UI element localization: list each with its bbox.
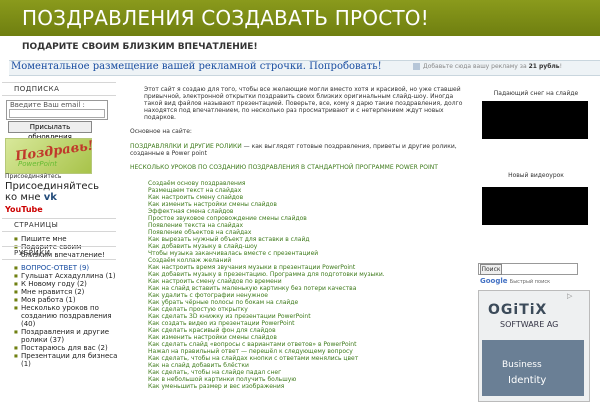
lesson-link[interactable]: Появление текста на слайдах xyxy=(148,222,468,229)
intro-text: Этот сайт я создаю для того, чтобы все ж… xyxy=(144,86,463,121)
lesson-link[interactable]: Как сделать красивый фон для слайдов xyxy=(148,327,468,334)
ad-line-2: Identity xyxy=(508,375,547,386)
rubric-link[interactable]: Моя работа (1) xyxy=(14,296,118,304)
join-caption: Присоединяйтесь xyxy=(5,173,62,180)
lesson-link[interactable]: Появление объектов на слайдах xyxy=(148,229,468,236)
subscribe-button[interactable]: Присылать обновления xyxy=(8,121,92,141)
video-player-snow[interactable] xyxy=(482,101,588,139)
lessons-list: Создаём основу поздравления Размещаем те… xyxy=(148,180,468,390)
rubric-link[interactable]: Мне нравится (2) xyxy=(14,288,118,296)
email-label: Введите Ваш email : xyxy=(10,101,85,109)
pages-heading: СТРАНИЦЫ xyxy=(14,221,59,229)
lesson-link[interactable]: Как сделать 3D книжку из презентации Pow… xyxy=(148,313,468,320)
ad-line-1: Business xyxy=(502,360,542,370)
lesson-link[interactable]: Размещаем текст на слайдах xyxy=(148,187,468,194)
lesson-link[interactable]: Как изменить настройки смены слайдов xyxy=(148,334,468,341)
join-line-1: Присоединяйтесь xyxy=(5,181,99,192)
lesson-link[interactable]: Как настроить смену слайдов xyxy=(148,194,468,201)
lesson-link[interactable]: Как настроить время звучания музыки в пр… xyxy=(148,264,468,271)
rubric-link[interactable]: Постараюсь для вас (2) xyxy=(14,344,118,352)
search-button[interactable]: Поиск xyxy=(480,264,502,275)
ad-offer-suffix: ! xyxy=(559,63,562,70)
rubric-link[interactable]: Поздравления и другие ролики (37) xyxy=(14,328,118,344)
google-search-label: Google Быстрый поиск xyxy=(480,277,550,285)
rubric-link[interactable]: ВОПРОС-ОТВЕТ (9) xyxy=(14,264,118,272)
lesson-link[interactable]: Как изменить настройки смены слайдов xyxy=(148,201,468,208)
page-link[interactable]: Пишите мне xyxy=(14,235,114,243)
lesson-link[interactable]: Как убрать чёрные полосы по бокам на сла… xyxy=(148,299,468,306)
google-logo: Google xyxy=(480,277,508,285)
ad-offer-text: Добавьте сюда вашу рекламу за xyxy=(423,63,527,70)
email-field[interactable] xyxy=(9,109,105,118)
lesson-link[interactable]: Как вырезать нужный объект для вставки в… xyxy=(148,236,468,243)
lesson-link[interactable]: Как на слайд вставить маленькую картинку… xyxy=(148,285,468,292)
lesson-link[interactable]: Как сделать слайд «вопросы с вариантами … xyxy=(148,341,468,348)
rubric-link[interactable]: Гульшат Асхадуллина (1) xyxy=(14,272,118,280)
lesson-link[interactable]: Как настроить смену слайдов по времени xyxy=(148,278,468,285)
vk-link[interactable]: vk xyxy=(44,192,57,203)
videos-link[interactable]: ПОЗДРАВЛЯЛКИ И ДРУГИЕ РОЛИКИ xyxy=(130,143,242,150)
main-label: Основное на сайте: xyxy=(130,128,192,135)
ad-brand-sub: SOFTWARE AG xyxy=(500,320,559,329)
lesson-link[interactable]: Как добавить музыку в презентацию. Прогр… xyxy=(148,271,468,278)
site-title[interactable]: ПОЗДРАВЛЕНИЯ СОЗДАВАТЬ ПРОСТО! xyxy=(22,6,429,30)
lesson-link[interactable]: Как сделать, чтобы на слайдах кнопки с о… xyxy=(148,355,468,362)
video-title-new: Новый видеоурок xyxy=(508,172,564,179)
lesson-link[interactable]: Как создать видео из презентации PowerPo… xyxy=(148,320,468,327)
ad-brand: OGiTiX xyxy=(488,302,548,318)
section-divider xyxy=(2,259,116,260)
video-title-snow: Падающий снег на слайде xyxy=(493,90,579,97)
rubric-link[interactable]: К Новому году (2) xyxy=(14,280,118,288)
youtube-link[interactable]: YouTube xyxy=(5,205,43,214)
lesson-link[interactable]: Как добавить музыку в слайд-шоу xyxy=(148,243,468,250)
lessons-link[interactable]: НЕСКОЛЬКО УРОКОВ ПО СОЗДАНИЮ ПОЗДРАВЛЕНИ… xyxy=(130,164,462,171)
subscribe-heading: ПОДПИСКА xyxy=(14,85,60,93)
lesson-link[interactable]: Как в небольшой картинки получить большу… xyxy=(148,376,468,383)
google-suffix: Быстрый поиск xyxy=(509,279,551,285)
lesson-link[interactable]: Как на слайд добавить блёстки xyxy=(148,362,468,369)
section-divider xyxy=(2,95,116,96)
videos-section: ПОЗДРАВЛЯЛКИ И ДРУГИЕ РОЛИКИ — как выгля… xyxy=(130,143,462,157)
rubrics-heading: РУБРИКИ xyxy=(14,249,51,257)
lesson-link[interactable]: Чтобы музыка заканчивалась вместе с през… xyxy=(148,250,468,257)
lesson-link[interactable]: Простое звуковое сопровождение смены сла… xyxy=(148,215,468,222)
video-player-new[interactable] xyxy=(482,187,588,225)
lesson-link[interactable]: Как сделать простую открытку xyxy=(148,306,468,313)
lesson-link[interactable]: Нажал на правильный ответ — перешёл к сл… xyxy=(148,348,468,355)
section-divider xyxy=(2,246,116,247)
lesson-link[interactable]: Создаём основу поздравления xyxy=(148,180,468,187)
lesson-link[interactable]: Как удалить с фотографии ненужное xyxy=(148,292,468,299)
lesson-link[interactable]: Как сделать, чтобы на слайде падал снег xyxy=(148,369,468,376)
main-content: Этот сайт я создаю для того, чтобы все ж… xyxy=(122,82,470,400)
section-divider xyxy=(2,218,116,219)
ad-close-icon[interactable]: ▷ xyxy=(567,292,572,300)
site-subtitle: ПОДАРИТЕ СВОИМ БЛИЗКИМ ВПЕЧАТЛЕНИЕ! xyxy=(22,42,258,52)
rubric-link[interactable]: Несколько уроков по созданию поздравлени… xyxy=(14,304,118,328)
logo-subtext: PowerPoint xyxy=(18,160,58,168)
section-divider xyxy=(2,231,116,232)
lesson-link[interactable]: Создаём коллаж желаний xyxy=(148,257,468,264)
ad-offer-price: 21 рубль xyxy=(528,63,560,70)
section-divider xyxy=(2,82,116,83)
rubric-link[interactable]: Презентации для бизнеса (1) xyxy=(14,352,118,368)
lesson-link[interactable]: Как уменьшить размер и вес изображения xyxy=(148,383,468,390)
ad-link[interactable]: Моментальное размещение вашей рекламной … xyxy=(11,60,382,74)
ad-square-icon xyxy=(413,63,420,70)
join-banner[interactable]: Присоединяйтесь ко мне vk xyxy=(5,181,115,203)
rubrics-list: ВОПРОС-ОТВЕТ (9) Гульшат Асхадуллина (1)… xyxy=(14,264,118,368)
join-line-2: ко мне xyxy=(5,192,41,203)
ad-offer[interactable]: Добавьте сюда вашу рекламу за 21 рубль! xyxy=(413,62,562,72)
lesson-link[interactable]: Эффектная смена слайдов xyxy=(148,208,468,215)
